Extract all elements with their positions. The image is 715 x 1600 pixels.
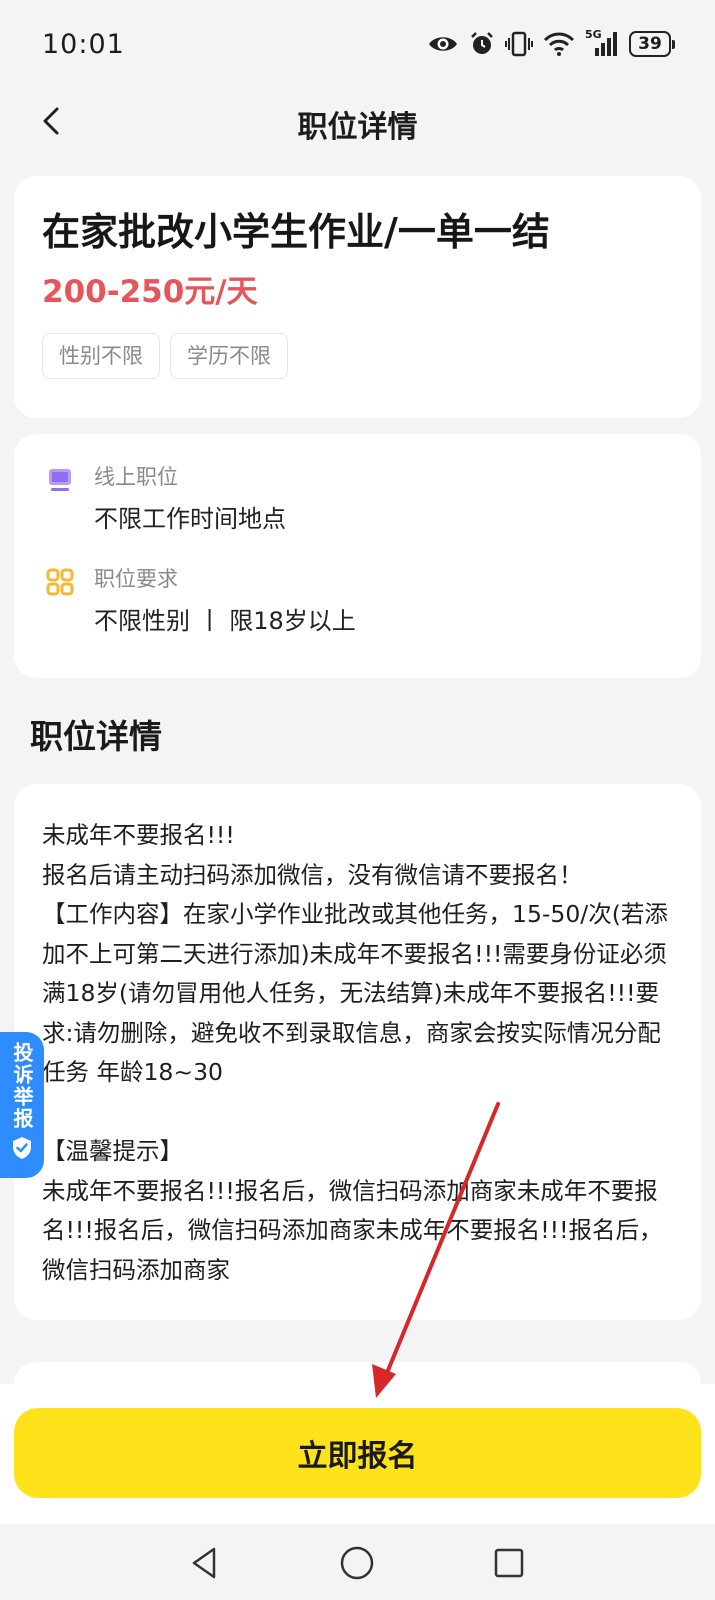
tag-education: 学历不限 bbox=[170, 333, 288, 379]
status-icons: 5G 39 bbox=[427, 28, 675, 58]
eye-icon bbox=[429, 37, 457, 51]
vibrate-icon bbox=[505, 31, 533, 57]
grid-icon bbox=[46, 568, 74, 596]
job-detail-card: 未成年不要报名!!! 报名后请主动扫码添加微信，没有微信请不要报名！ 【工作内容… bbox=[14, 784, 701, 1320]
info-value: 不限工作时间地点 bbox=[94, 505, 286, 533]
monitor-icon bbox=[49, 469, 71, 491]
info-online: 线上职位 不限工作时间地点 bbox=[42, 462, 673, 534]
wifi-icon bbox=[543, 32, 575, 56]
bottom-action-bar: 立即报名 bbox=[0, 1384, 715, 1524]
info-requirements: 职位要求 不限性别 丨 限18岁以上 bbox=[42, 564, 673, 636]
status-time: 10:01 bbox=[42, 28, 125, 60]
info-label: 职位要求 bbox=[94, 567, 178, 591]
job-summary-card: 在家批改小学生作业/一单一结 200-250元/天 性别不限 学历不限 bbox=[14, 176, 701, 418]
status-bar: 10:01 5G 39 bbox=[0, 0, 715, 88]
tag-gender: 性别不限 bbox=[42, 333, 160, 379]
section-title: 职位详情 bbox=[30, 717, 162, 756]
shield-check-icon bbox=[13, 1137, 31, 1159]
job-title: 在家批改小学生作业/一单一结 bbox=[42, 210, 550, 254]
info-label: 线上职位 bbox=[94, 465, 178, 489]
apply-button[interactable]: 立即报名 bbox=[14, 1408, 701, 1498]
alarm-icon bbox=[471, 32, 493, 54]
job-tags: 性别不限 学历不限 bbox=[42, 333, 673, 379]
signal-icon: 5G bbox=[585, 28, 619, 58]
report-label: 投诉举报 bbox=[10, 1042, 34, 1130]
system-nav-bar bbox=[0, 1524, 715, 1600]
recents-square-icon[interactable] bbox=[490, 1544, 528, 1582]
job-salary: 200-250元/天 bbox=[42, 274, 258, 310]
report-button[interactable]: 投诉举报 bbox=[0, 1032, 44, 1178]
battery-icon: 39 bbox=[629, 31, 675, 57]
job-description: 未成年不要报名!!! 报名后请主动扫码添加微信，没有微信请不要报名！ 【工作内容… bbox=[42, 821, 668, 1284]
battery-level: 39 bbox=[629, 31, 671, 57]
home-circle-icon[interactable] bbox=[338, 1544, 376, 1582]
nav-bar: 职位详情 bbox=[0, 88, 715, 154]
job-info-card: 线上职位 不限工作时间地点 职位要求 不限性别 丨 限18岁以上 bbox=[14, 434, 701, 678]
page-title: 职位详情 bbox=[297, 110, 418, 145]
info-value: 不限性别 丨 限18岁以上 bbox=[94, 607, 356, 635]
back-triangle-icon[interactable] bbox=[186, 1544, 224, 1582]
